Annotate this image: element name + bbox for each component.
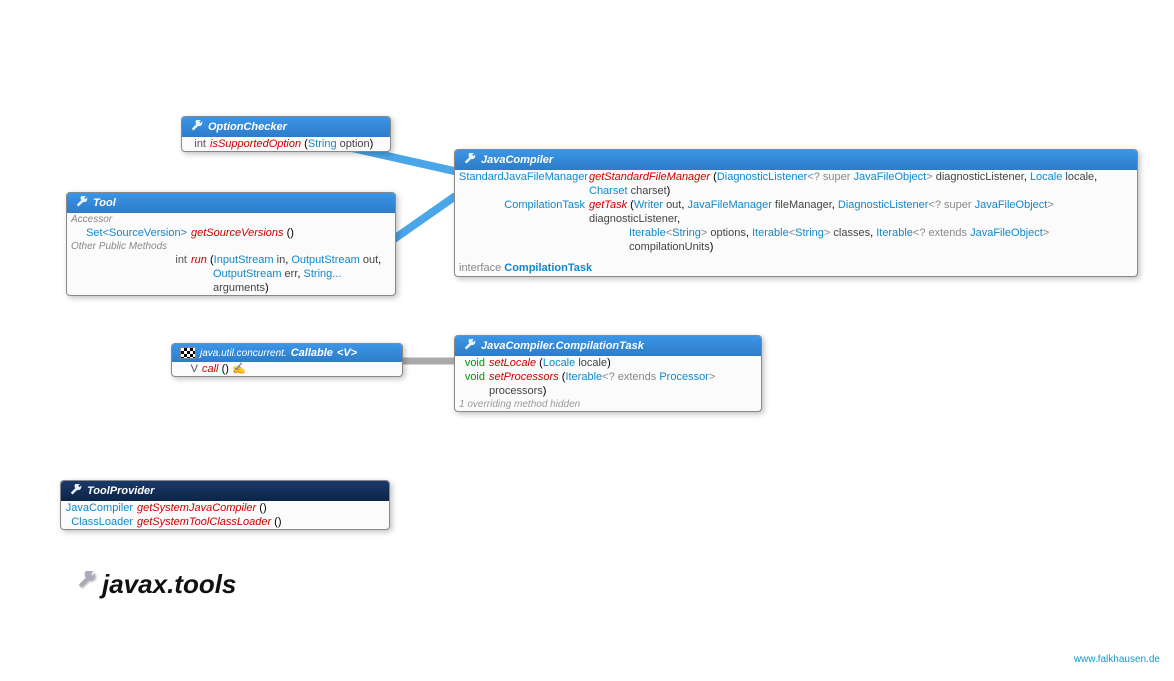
method-getsystemtoolclassloader: ClassLoader getSystemToolClassLoader () (61, 515, 389, 529)
footer-link[interactable]: www.falkhausen.de (1074, 654, 1160, 665)
method-run-cont: OutputStream err, String... arguments) (67, 267, 395, 295)
title-option-checker: OptionChecker (208, 121, 287, 133)
method-call: V call () ✍ (172, 362, 402, 376)
inner-interface: interface CompilationTask (455, 260, 1137, 276)
class-tool: Tool Accessor Set<SourceVersion> getSour… (66, 192, 396, 296)
class-option-checker: OptionChecker int isSupportedOption (Str… (181, 116, 391, 152)
header-callable: java.util.concurrent. Callable <V> (172, 344, 402, 362)
title-tool: Tool (93, 197, 116, 209)
type-params: <V> (337, 347, 357, 359)
header-tool: Tool (67, 193, 395, 213)
title-callable: Callable (291, 347, 333, 359)
package-caption: javax.tools (76, 569, 236, 600)
method-gettask-cont: Iterable<String> options, Iterable<Strin… (455, 226, 1137, 254)
method-getsystemjavacompiler: JavaCompiler getSystemJavaCompiler () (61, 501, 389, 515)
method-setprocessors: void setProcessors (Iterable<? extends P… (455, 370, 761, 398)
flag-icon (180, 347, 196, 359)
method-setlocale: void setLocale (Locale locale) (455, 356, 761, 370)
header-compilation-task: JavaCompiler.CompilationTask (455, 336, 761, 356)
other-methods-label: Other Public Methods (67, 240, 395, 253)
method-issupportedoption: int isSupportedOption (String option) (182, 137, 390, 151)
title-java-compiler: JavaCompiler (481, 154, 553, 166)
wrench-icon (463, 339, 477, 353)
wrench-icon (463, 153, 477, 167)
header-tool-provider: ToolProvider (61, 481, 389, 501)
package-name: javax.tools (102, 569, 236, 600)
class-callable: java.util.concurrent. Callable <V> V call… (171, 343, 403, 377)
method-getsourceversions: Set<SourceVersion> getSourceVersions () (67, 226, 395, 240)
method-run: int run (InputStream in, OutputStream ou… (67, 253, 395, 267)
class-tool-provider: ToolProvider JavaCompiler getSystemJavaC… (60, 480, 390, 530)
hidden-methods-note: 1 overriding method hidden (455, 398, 761, 411)
method-getstandardfilemanager: StandardJavaFileManager getStandardFileM… (455, 170, 1137, 198)
wrench-icon (69, 484, 83, 498)
header-option-checker: OptionChecker (182, 117, 390, 137)
class-java-compiler: JavaCompiler StandardJavaFileManager get… (454, 149, 1138, 277)
title-tool-provider: ToolProvider (87, 485, 154, 497)
accessor-label: Accessor (67, 213, 395, 226)
header-java-compiler: JavaCompiler (455, 150, 1137, 170)
wrench-icon (75, 196, 89, 210)
wrench-icon (190, 120, 204, 134)
pkg-prefix: java.util.concurrent. (200, 348, 287, 359)
wrench-icon (76, 569, 98, 600)
class-compilation-task: JavaCompiler.CompilationTask void setLoc… (454, 335, 762, 412)
method-gettask: CompilationTask getTask (Writer out, Jav… (455, 198, 1137, 226)
title-compilation-task: JavaCompiler.CompilationTask (481, 340, 644, 352)
